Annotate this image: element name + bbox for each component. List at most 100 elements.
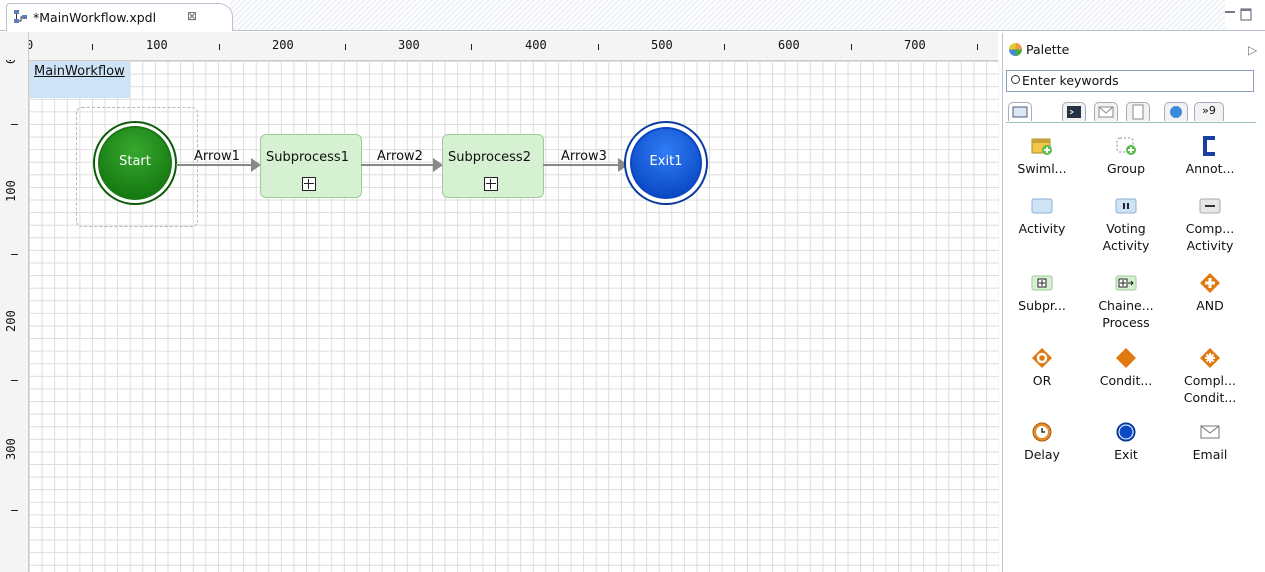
pool-header[interactable]: MainWorkflow xyxy=(30,61,130,98)
chained-process-icon xyxy=(1115,275,1137,291)
ruler-tick xyxy=(11,510,18,511)
tab-overflow[interactable]: »9 xyxy=(1194,102,1224,121)
delay-icon xyxy=(1032,422,1052,442)
tab-title: *MainWorkflow.xpdl xyxy=(33,10,157,25)
arrow1-line[interactable] xyxy=(176,164,259,166)
palette-item-or[interactable]: OR xyxy=(1000,348,1084,389)
tab-close-icon[interactable]: ⊠ xyxy=(187,9,197,23)
palette-item-label: Comp... Activity xyxy=(1185,221,1235,253)
palette-item-complex-conditional[interactable]: Compl... Condit... xyxy=(1168,348,1252,406)
tab-document[interactable] xyxy=(1126,102,1150,121)
palette-item-label: Delay xyxy=(1024,447,1060,462)
palette-item-label: AND xyxy=(1196,298,1224,313)
ruler-label: 100 xyxy=(146,38,168,52)
ruler-label: 600 xyxy=(778,38,800,52)
group-icon xyxy=(1116,137,1136,155)
arrow2-line[interactable] xyxy=(361,164,441,166)
tab-web-service[interactable] xyxy=(1164,102,1188,121)
ruler-label: 500 xyxy=(651,38,673,52)
ruler-label: 300 xyxy=(4,438,18,460)
palette-panel: Palette ▷ Enter keywords »9 Swiml... Gro… xyxy=(1002,33,1265,572)
ruler-tick xyxy=(598,44,599,50)
palette-item-label: Voting Activity xyxy=(1102,221,1150,253)
ruler-tick xyxy=(724,44,725,50)
exit-icon xyxy=(1116,422,1136,442)
arrow1-label: Arrow1 xyxy=(194,149,240,164)
palette-item-delay[interactable]: Delay xyxy=(1000,422,1084,463)
palette-tabs: »9 xyxy=(1006,100,1256,123)
palette-item-conditional[interactable]: Condit... xyxy=(1084,348,1168,389)
subprocess2-node[interactable]: Subprocess2 xyxy=(442,134,544,198)
minimize-icon[interactable] xyxy=(1225,11,1235,13)
palette-item-label: Compl... Condit... xyxy=(1183,373,1237,405)
or-gateway-icon xyxy=(1032,348,1052,368)
window-controls xyxy=(1225,8,1252,21)
palette-item-swimlane[interactable]: Swiml... xyxy=(1000,136,1084,177)
ruler-tick xyxy=(11,380,18,381)
expand-icon[interactable] xyxy=(484,177,498,191)
ruler-label: 300 xyxy=(398,38,420,52)
palette-item-label: Exit xyxy=(1114,447,1138,462)
tab-shapes[interactable] xyxy=(1008,102,1032,121)
ruler-tick xyxy=(219,44,220,50)
palette-item-label: Chaine... Process xyxy=(1098,298,1154,330)
editor-tab-bar: *MainWorkflow.xpdl ⊠ xyxy=(0,0,1265,31)
web-service-icon xyxy=(1170,106,1182,118)
palette-icon xyxy=(1009,43,1022,56)
palette-item-chained-process[interactable]: Chaine... Process xyxy=(1084,273,1168,331)
exit-node-label: Exit1 xyxy=(649,154,683,169)
ruler-tick xyxy=(471,44,472,50)
start-node[interactable]: Start xyxy=(95,123,175,203)
palette-item-complete-activity[interactable]: Comp... Activity xyxy=(1168,196,1252,254)
shape-icon xyxy=(1012,106,1028,118)
workflow-file-icon xyxy=(14,10,27,23)
palette-item-and[interactable]: AND xyxy=(1168,273,1252,314)
palette-search-input[interactable]: Enter keywords xyxy=(1006,70,1254,92)
palette-item-activity[interactable]: Activity xyxy=(1000,196,1084,237)
palette-header: Palette xyxy=(1009,42,1069,57)
palette-title: Palette xyxy=(1026,42,1070,57)
palette-item-label: Activity xyxy=(1018,221,1066,236)
maximize-icon[interactable] xyxy=(1240,8,1252,21)
document-icon xyxy=(1132,104,1144,120)
palette-item-annotation[interactable]: Annot... xyxy=(1168,136,1252,177)
palette-item-voting-activity[interactable]: Voting Activity xyxy=(1084,196,1168,254)
arrow2-label: Arrow2 xyxy=(377,149,423,164)
ruler-label: 700 xyxy=(904,38,926,52)
palette-item-label: Email xyxy=(1192,447,1228,462)
tab-mainworkflow[interactable]: *MainWorkflow.xpdl ⊠ xyxy=(6,3,233,31)
palette-item-email[interactable]: Email xyxy=(1168,422,1252,463)
arrow3-line[interactable] xyxy=(543,164,626,166)
subprocess1-node[interactable]: Subprocess1 xyxy=(260,134,362,198)
subprocess2-label: Subprocess2 xyxy=(448,150,531,165)
email-icon xyxy=(1200,425,1220,439)
ruler-tick xyxy=(345,44,346,50)
palette-item-label: Group xyxy=(1106,161,1146,176)
tab-bar-background xyxy=(230,0,1225,30)
palette-item-exit[interactable]: Exit xyxy=(1084,422,1168,463)
exit-node[interactable]: Exit1 xyxy=(626,123,706,203)
palette-item-subprocess[interactable]: Subpr... xyxy=(1000,273,1084,314)
palette-item-label: Annot... xyxy=(1185,161,1235,176)
palette-item-label: Condit... xyxy=(1099,373,1153,388)
ruler-tick xyxy=(92,44,93,50)
annotation-icon xyxy=(1203,136,1215,156)
horizontal-ruler: 0 100 200 300 400 500 600 700 xyxy=(28,32,998,61)
diagram-canvas[interactable]: MainWorkflow Start Arrow1 Subprocess1 Ar… xyxy=(29,61,999,572)
expand-icon[interactable] xyxy=(302,177,316,191)
palette-search-placeholder: Enter keywords xyxy=(1022,73,1119,88)
palette-item-label: OR xyxy=(1032,373,1052,388)
ruler-label: 100 xyxy=(4,180,18,202)
subprocess-icon xyxy=(1031,275,1053,291)
mail-icon xyxy=(1098,106,1114,118)
complete-activity-icon xyxy=(1199,198,1221,214)
swimlane-icon xyxy=(1031,138,1052,155)
ruler-tick xyxy=(851,44,852,50)
ruler-label: 200 xyxy=(272,38,294,52)
palette-item-label: Swiml... xyxy=(1017,161,1067,176)
palette-collapse-icon[interactable]: ▷ xyxy=(1248,43,1257,57)
search-icon xyxy=(1011,75,1020,84)
palette-item-group[interactable]: Group xyxy=(1084,136,1168,177)
tab-script[interactable] xyxy=(1062,102,1086,121)
tab-email[interactable] xyxy=(1094,102,1118,121)
